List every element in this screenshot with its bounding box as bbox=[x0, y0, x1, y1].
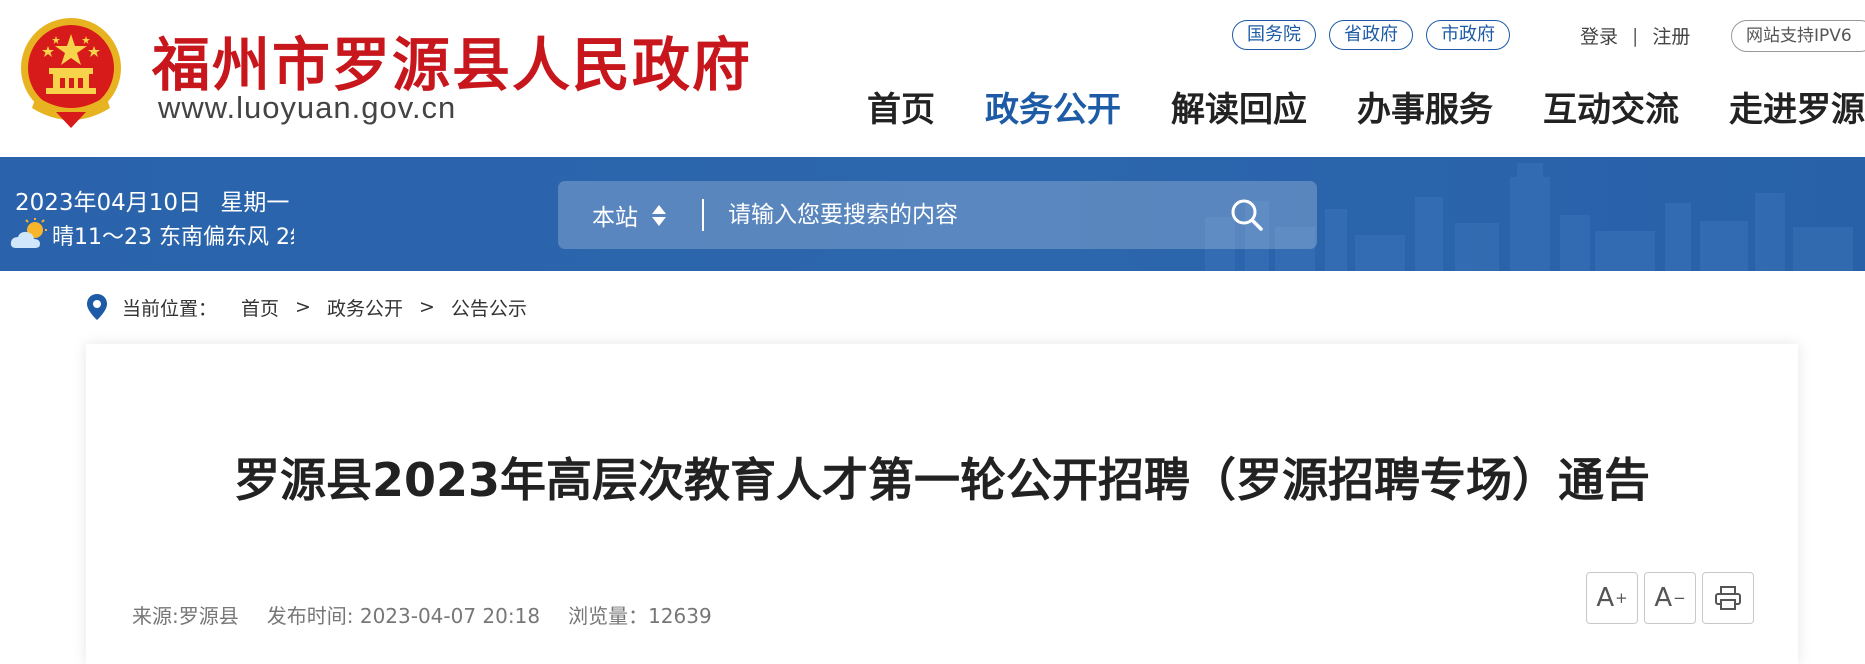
nav-about-luoyuan[interactable]: 走进罗源 bbox=[1729, 82, 1865, 131]
breadcrumb-separator: > bbox=[295, 296, 311, 318]
weather-sunny-cloud-icon bbox=[10, 218, 47, 248]
article-source: 来源:罗源县 bbox=[132, 604, 239, 628]
breadcrumb-home[interactable]: 首页 bbox=[241, 294, 279, 321]
search-scope-label: 本站 bbox=[592, 205, 638, 231]
article-views: 浏览量：12639 bbox=[568, 604, 712, 628]
article-title: 罗源县2023年高层次教育人才第一轮公开招聘（罗源招聘专场）通告 bbox=[233, 453, 1651, 507]
breadcrumb-notices[interactable]: 公告公示 bbox=[451, 294, 527, 321]
breadcrumb-gov-affairs[interactable]: 政务公开 bbox=[327, 294, 403, 321]
search-box: 本站 bbox=[558, 181, 1317, 249]
font-decrease-button[interactable]: A − bbox=[1644, 572, 1696, 624]
auth-separator: | bbox=[1632, 24, 1639, 47]
font-increase-mark: + bbox=[1615, 589, 1628, 607]
search-icon[interactable] bbox=[1227, 195, 1267, 235]
breadcrumb: 当前位置： 首页 > 政务公开 > 公告公示 bbox=[86, 293, 527, 321]
main-nav: 首页 政务公开 解读回应 办事服务 互动交流 走进罗源 bbox=[867, 82, 1865, 131]
article-publish-time: 发布时间: 2023-04-07 20:18 bbox=[266, 604, 541, 628]
article-meta: 来源:罗源县 发布时间: 2023-04-07 20:18 浏览量：12639 bbox=[132, 600, 712, 629]
gov-link-province[interactable]: 省政府 bbox=[1329, 20, 1413, 50]
article-card: 罗源县2023年高层次教育人才第一轮公开招聘（罗源招聘专场）通告 来源:罗源县 … bbox=[86, 344, 1798, 664]
register-link[interactable]: 注册 bbox=[1652, 22, 1690, 49]
font-increase-label: A bbox=[1596, 583, 1615, 613]
print-icon bbox=[1715, 586, 1741, 610]
sort-arrows-icon bbox=[652, 204, 666, 226]
weekday-text: 星期一 bbox=[220, 190, 290, 216]
search-scope-select[interactable]: 本站 bbox=[592, 198, 666, 232]
font-decrease-label: A bbox=[1654, 583, 1673, 613]
date-text: 2023年04月10日 bbox=[15, 190, 202, 216]
weather-display: 晴11～23 东南偏东风 2级 bbox=[10, 218, 294, 252]
national-emblem-icon[interactable] bbox=[16, 16, 126, 134]
breadcrumb-separator: > bbox=[418, 296, 435, 318]
auth-links: 登录 | 注册 bbox=[1580, 22, 1690, 49]
login-link[interactable]: 登录 bbox=[1580, 22, 1618, 49]
gov-link-city[interactable]: 市政府 bbox=[1426, 20, 1510, 50]
gov-links: 国务院 省政府 市政府 bbox=[1232, 20, 1510, 50]
date-display: 2023年04月10日 星期一 bbox=[15, 183, 289, 217]
search-divider bbox=[702, 199, 704, 231]
print-button[interactable] bbox=[1702, 572, 1754, 624]
nav-home[interactable]: 首页 bbox=[867, 82, 935, 131]
article-tools: A + A − bbox=[1586, 572, 1754, 624]
breadcrumb-label: 当前位置： bbox=[122, 297, 218, 320]
nav-gov-affairs[interactable]: 政务公开 bbox=[985, 82, 1121, 131]
weather-text: 晴11～23 东南偏东风 2级 bbox=[52, 225, 294, 250]
nav-interpretation[interactable]: 解读回应 bbox=[1171, 82, 1307, 131]
site-header: 福州市罗源县人民政府 www.luoyuan.gov.cn 国务院 省政府 市政… bbox=[0, 0, 1865, 157]
gov-link-state-council[interactable]: 国务院 bbox=[1232, 20, 1316, 50]
nav-services[interactable]: 办事服务 bbox=[1357, 82, 1493, 131]
font-increase-button[interactable]: A + bbox=[1586, 572, 1638, 624]
ipv6-badge: 网站支持IPV6 bbox=[1731, 20, 1865, 52]
font-decrease-mark: − bbox=[1673, 589, 1686, 607]
nav-interaction[interactable]: 互动交流 bbox=[1543, 82, 1679, 131]
search-input[interactable] bbox=[726, 194, 1219, 236]
site-domain: www.luoyuan.gov.cn bbox=[158, 90, 457, 125]
location-pin-icon bbox=[87, 294, 107, 320]
